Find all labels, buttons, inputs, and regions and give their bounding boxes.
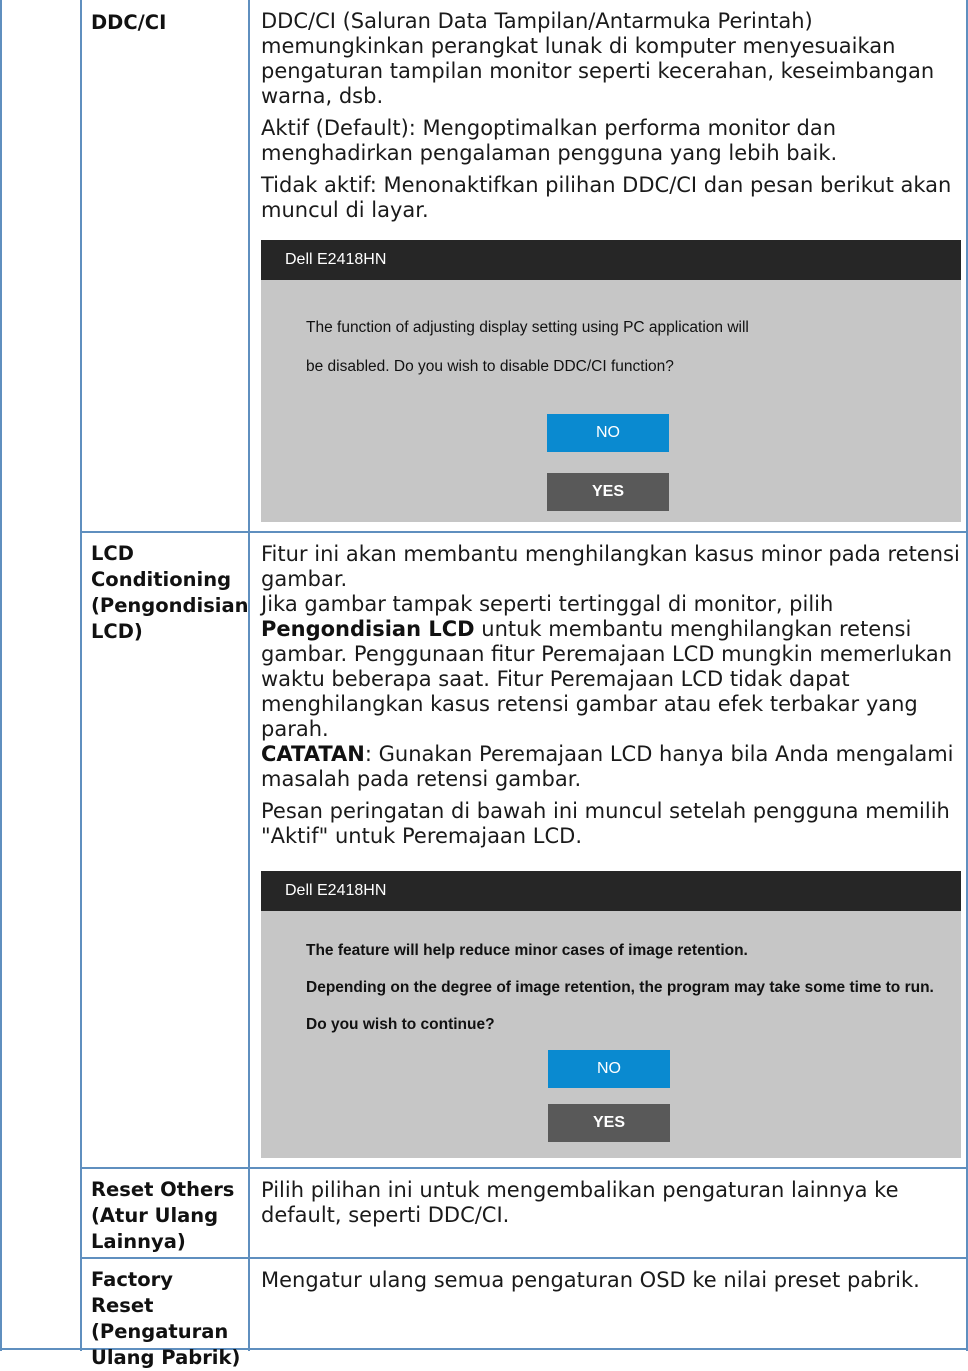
row-divider-3: [81, 1257, 967, 1259]
column-divider-2: [248, 0, 250, 1351]
reset-others-label: Reset Others (Atur Ulang Lainnya): [91, 1178, 235, 1253]
column-divider-1: [80, 0, 82, 1351]
osd-title: Dell E2418HN: [261, 240, 961, 280]
ddc-ci-description: DDC/CI (Saluran Data Tampilan/Antarmuka …: [261, 9, 961, 230]
reset-others-description: Pilih pilihan ini untuk mengembalikan pe…: [261, 1178, 899, 1227]
osd-message-line-3: Do you wish to continue?: [306, 1016, 495, 1033]
factory-reset-description: Mengatur ulang semua pengaturan OSD ke n…: [261, 1268, 920, 1292]
lcd-conditioning-label: LCD Conditioning (Pengondisian LCD): [91, 542, 249, 643]
osd-title: Dell E2418HN: [261, 871, 961, 911]
lcd-conditioning-description: Fitur ini akan membantu menghilangkan ka…: [261, 542, 961, 856]
ddc-ci-label: DDC/CI: [91, 11, 167, 34]
osd-message-line-2: Depending on the degree of image retenti…: [306, 979, 934, 996]
osd-message-line-1: The feature will help reduce minor cases…: [306, 942, 748, 959]
lcd-para-1: Fitur ini akan membantu menghilangkan ka…: [261, 542, 960, 591]
ddc-ci-para-2: Aktif (Default): Mengoptimalkan performa…: [261, 116, 838, 165]
no-button[interactable]: NO: [547, 414, 669, 452]
lcd-para-2: Jika gambar tampak seperti tertinggal di…: [261, 592, 953, 741]
row-divider-2: [81, 1167, 967, 1169]
settings-table: DDC/CI DDC/CI (Saluran Data Tampilan/Ant…: [0, 0, 968, 1369]
factory-reset-label: Factory Reset (Pengaturan Ulang Pabrik): [91, 1268, 241, 1369]
ddc-ci-osd-dialog: Dell E2418HN The function of adjusting d…: [261, 240, 961, 522]
row-divider-1: [81, 531, 967, 533]
lcd-note: CATATAN: Gunakan Peremajaan LCD hanya bi…: [261, 742, 954, 791]
yes-button[interactable]: YES: [547, 473, 669, 511]
lcd-para-3: Pesan peringatan di bawah ini muncul set…: [261, 799, 950, 848]
osd-message-line-2: be disabled. Do you wish to disable DDC/…: [306, 358, 674, 375]
no-button[interactable]: NO: [548, 1050, 670, 1088]
osd-message-line-1: The function of adjusting display settin…: [306, 319, 749, 336]
ddc-ci-para-3: Tidak aktif: Menonaktifkan pilihan DDC/C…: [261, 173, 952, 222]
table-border-left: [0, 0, 2, 1351]
ddc-ci-para-1: DDC/CI (Saluran Data Tampilan/Antarmuka …: [261, 9, 935, 108]
lcd-osd-dialog: Dell E2418HN The feature will help reduc…: [261, 871, 961, 1158]
yes-button[interactable]: YES: [548, 1104, 670, 1142]
